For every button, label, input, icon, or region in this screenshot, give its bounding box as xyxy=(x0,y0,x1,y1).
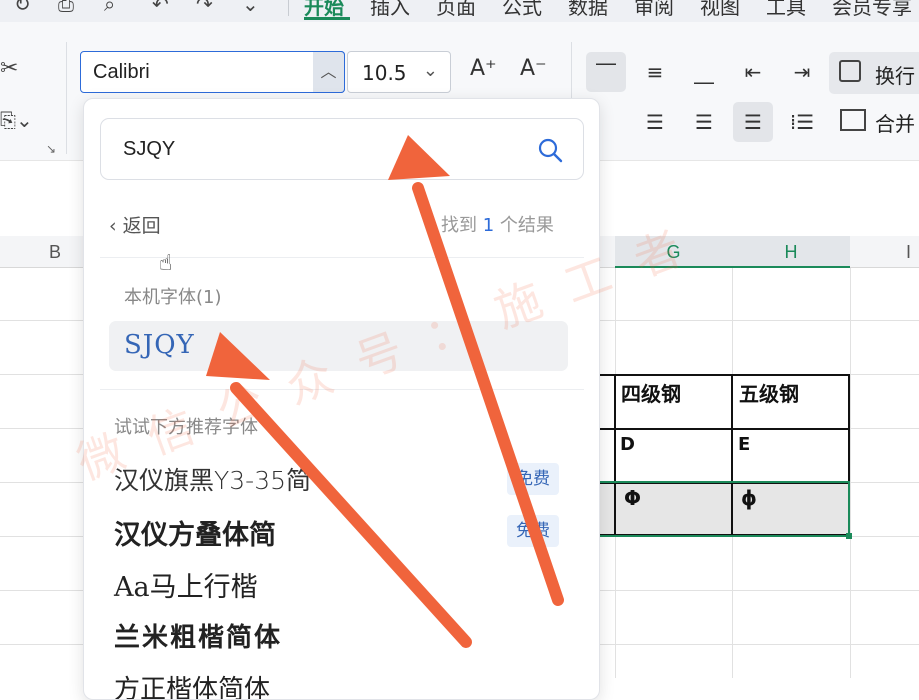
divider xyxy=(100,389,584,390)
merge-cells-label: 合并 xyxy=(875,112,915,136)
local-fonts-label: 本机字体(1) xyxy=(124,287,222,308)
redo-icon[interactable]: ↻ xyxy=(14,0,31,16)
recommended-font-1[interactable]: 汉仪旗黑Y3-35简 xyxy=(114,461,311,497)
font-name-dropdown-button[interactable]: ︿ xyxy=(313,51,345,93)
ribbon-divider xyxy=(66,42,67,154)
align-top-icon[interactable]: ⎺ xyxy=(586,52,626,92)
align-middle-icon[interactable]: ≡ xyxy=(635,52,675,92)
justify-icon[interactable]: ☰ xyxy=(733,102,773,142)
column-header-f[interactable] xyxy=(599,236,615,268)
cell-g-grade4[interactable]: 四级钢 xyxy=(621,378,681,407)
cell-h-grade5[interactable]: 五级钢 xyxy=(739,378,799,407)
tab-tools[interactable]: 工具 xyxy=(766,0,806,20)
active-tab-indicator xyxy=(304,17,350,20)
font-search-input[interactable]: SJQY xyxy=(100,118,584,180)
wrap-text-label: 换行 xyxy=(875,64,915,88)
result-suffix: 个结果 xyxy=(499,215,554,236)
font-search-value: SJQY xyxy=(123,138,176,160)
column-header-i[interactable]: I xyxy=(850,236,919,268)
recommended-font-5[interactable]: 方正楷体简体 xyxy=(114,669,270,699)
search-icon[interactable] xyxy=(537,137,563,163)
tab-formula[interactable]: 公式 xyxy=(502,0,542,20)
decrease-indent-icon[interactable]: ⇤ xyxy=(733,52,773,92)
increase-indent-icon[interactable]: ⇥ xyxy=(782,52,822,92)
cut-icon[interactable]: ✂ xyxy=(0,56,18,81)
tab-member[interactable]: 会员专享 xyxy=(832,0,912,20)
font-size-input[interactable]: 10.5 ⌄ xyxy=(347,51,451,93)
chevron-down-icon[interactable]: ⌄ xyxy=(242,0,259,16)
column-header-h[interactable]: H xyxy=(732,236,850,268)
menu-divider xyxy=(288,0,289,16)
font-dropdown-panel: SJQY ‹ 返回 找到 1 个结果 本机字体(1) SJQY 试试下方推荐字体… xyxy=(83,98,600,700)
selection-border xyxy=(598,481,850,537)
chevron-down-icon: ⌄ xyxy=(422,60,438,81)
recommended-font-4[interactable]: 兰米粗楷简体 xyxy=(114,617,282,654)
font-option-label: SJQY xyxy=(124,330,195,360)
print-icon[interactable]: ⎙ xyxy=(58,0,74,16)
hand-cursor-icon: ☝ xyxy=(159,251,173,276)
font-name-value: Calibri xyxy=(93,61,150,83)
table-divider xyxy=(598,428,850,430)
format-painter-icon[interactable]: ⎘⌄ xyxy=(0,108,33,132)
menu-bar: ↻ ⎙ ⌕ ↶ ↷ ⌄ 开始 插入 页面 公式 数据 审阅 视图 工具 会员专享 xyxy=(0,0,919,22)
column-header-g[interactable]: G xyxy=(615,236,732,268)
result-number: 1 xyxy=(482,215,495,236)
font-option-sjqy[interactable]: SJQY xyxy=(109,321,568,371)
recommend-label: 试试下方推荐字体 xyxy=(114,417,258,438)
align-bottom-icon[interactable]: ⎽ xyxy=(684,52,724,92)
align-center-icon[interactable]: ☰ xyxy=(635,102,675,142)
redo-arrow-icon[interactable]: ↷ xyxy=(196,0,213,16)
cell-g-code[interactable]: D xyxy=(620,434,635,455)
align-right-icon[interactable]: ☰ xyxy=(684,102,724,142)
fill-handle[interactable] xyxy=(846,533,852,539)
recommended-font-3[interactable]: Aa马上行楷 xyxy=(114,565,258,604)
font-size-value: 10.5 xyxy=(362,61,407,85)
wrap-text-button[interactable]: 换行 xyxy=(829,52,919,94)
divider xyxy=(100,257,584,258)
tab-page[interactable]: 页面 xyxy=(436,0,476,20)
increase-font-icon[interactable]: A⁺ xyxy=(470,56,497,81)
back-link[interactable]: ‹ 返回 xyxy=(109,211,161,238)
dialog-launcher-icon[interactable]: ↘ xyxy=(46,142,56,156)
merge-cells-icon xyxy=(840,109,866,131)
chevron-left-icon: ‹ xyxy=(109,215,117,237)
tab-data[interactable]: 数据 xyxy=(568,0,608,20)
decrease-font-icon[interactable]: A⁻ xyxy=(520,56,547,81)
print-preview-icon[interactable]: ⌕ xyxy=(104,0,115,16)
free-badge: 免费 xyxy=(507,515,559,547)
back-label: 返回 xyxy=(122,215,161,237)
font-name-input[interactable]: Calibri xyxy=(80,51,345,93)
recommended-font-2[interactable]: 汉仪方叠体简 xyxy=(114,513,276,552)
cell-h-code[interactable]: E xyxy=(738,434,750,455)
free-badge: 免费 xyxy=(507,463,559,495)
column-line xyxy=(850,268,851,678)
tab-insert[interactable]: 插入 xyxy=(370,0,410,20)
tab-view[interactable]: 视图 xyxy=(700,0,740,20)
result-count: 找到 1 个结果 xyxy=(441,211,554,237)
distribute-icon[interactable]: ⁞☰ xyxy=(782,102,822,142)
tab-review[interactable]: 审阅 xyxy=(634,0,674,20)
wrap-text-icon xyxy=(839,60,861,82)
undo-icon[interactable]: ↶ xyxy=(152,0,169,16)
result-prefix: 找到 xyxy=(441,215,477,236)
chevron-up-icon: ︿ xyxy=(320,62,337,81)
